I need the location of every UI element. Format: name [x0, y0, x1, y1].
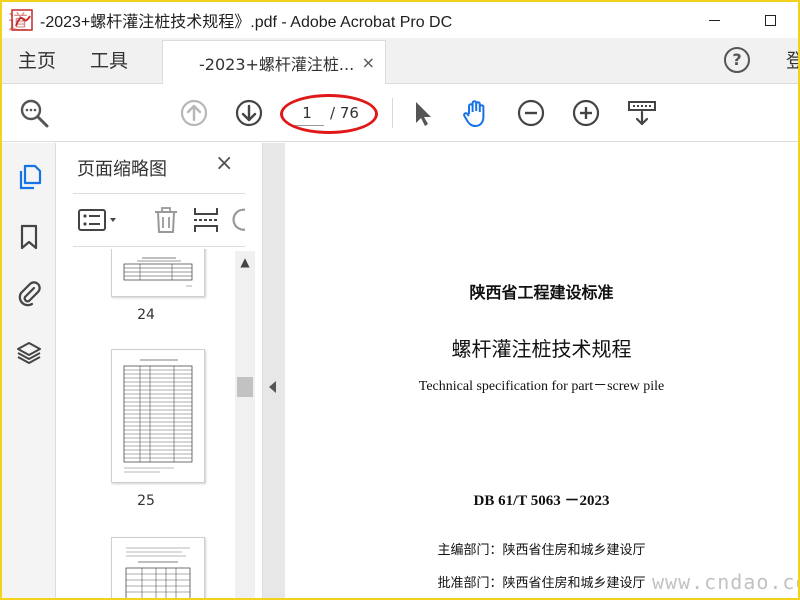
thumbnail-scrollbar[interactable]: ▲: [235, 251, 255, 598]
minimize-icon: [708, 19, 720, 21]
page-display-icon[interactable]: [626, 97, 658, 129]
watermark-url: www.cndao.com: [652, 570, 798, 594]
thumbnail-panel: 页面缩略图 × 24 25 ▲: [57, 143, 263, 598]
hand-tool-icon[interactable]: [460, 97, 492, 129]
navigation-rail: [2, 143, 56, 598]
options-menu-icon[interactable]: [77, 205, 119, 235]
zoom-out-icon[interactable]: [515, 97, 547, 129]
collapse-panel-icon[interactable]: [269, 381, 276, 393]
thumbnail-page-26[interactable]: [111, 537, 205, 598]
close-panel-button[interactable]: ×: [215, 151, 233, 176]
maximize-icon: [764, 14, 776, 26]
document-view: 陕西省工程建设标准 螺杆灌注桩技术规程 Technical specificat…: [285, 143, 798, 598]
app-window: 道 -2023+螺杆灌注桩技术规程》.pdf - Adobe Acrobat P…: [2, 2, 798, 598]
window-controls: [686, 2, 798, 38]
next-page-icon[interactable]: [233, 97, 265, 129]
window-title: -2023+螺杆灌注桩技术规程》.pdf - Adobe Acrobat Pro…: [40, 14, 453, 31]
help-icon[interactable]: ?: [724, 47, 750, 73]
layers-icon[interactable]: [15, 339, 43, 367]
editor-department: 主编部门：陕西省住房和城乡建设厅: [437, 543, 646, 558]
bookmark-icon[interactable]: [15, 223, 43, 251]
insert-page-icon[interactable]: [191, 205, 221, 235]
document-header-cn: 陕西省工程建设标准: [469, 283, 614, 302]
document-tab-label: -2023+螺杆灌注桩...: [199, 54, 355, 74]
title-bar: 道 -2023+螺杆灌注桩技术规程》.pdf - Adobe Acrobat P…: [2, 2, 798, 38]
tab-document[interactable]: -2023+螺杆灌注桩... ×: [162, 40, 386, 84]
page-thumbnails-icon[interactable]: [15, 163, 43, 191]
trash-icon[interactable]: [151, 205, 181, 235]
document-title-en: Technical specification for part－screw p…: [418, 379, 665, 394]
scroll-up-icon[interactable]: ▲: [235, 255, 255, 271]
login-button[interactable]: 登: [786, 38, 798, 84]
zoom-in-icon[interactable]: [570, 97, 602, 129]
highlight-ellipse: [280, 94, 378, 134]
tab-tools[interactable]: 工具: [90, 38, 128, 84]
close-tab-button[interactable]: ×: [362, 53, 375, 72]
thumbnail-label: 25: [137, 493, 155, 509]
thumbnail-page-25[interactable]: [111, 349, 205, 483]
thumbnail-list: 24 25: [57, 249, 235, 598]
previous-page-icon[interactable]: [178, 97, 210, 129]
panel-title: 页面缩略图: [77, 159, 167, 180]
maximize-button[interactable]: [742, 2, 798, 38]
panel-collapse-strip[interactable]: [263, 143, 285, 598]
attachment-icon[interactable]: [15, 279, 43, 307]
main-toolbar: / 76: [2, 84, 798, 142]
minimize-button[interactable]: [686, 2, 742, 38]
scrollbar-thumb[interactable]: [237, 377, 253, 397]
select-cursor-icon[interactable]: [406, 97, 438, 129]
thumbnail-label: 24: [137, 307, 155, 323]
watermark-logo: 道: [8, 10, 30, 34]
search-icon[interactable]: [18, 97, 50, 129]
document-code: DB 61/T 5063 －2023: [473, 493, 610, 509]
rotate-icon[interactable]: [229, 205, 245, 235]
tab-bar: 主页 工具 -2023+螺杆灌注桩... × ? 登: [2, 38, 798, 84]
document-title-cn: 螺杆灌注桩技术规程: [451, 337, 632, 361]
thumbnail-page-24[interactable]: [111, 249, 205, 297]
thumbnail-toolbar: [73, 193, 245, 247]
toolbar-divider: [392, 98, 393, 128]
tab-home[interactable]: 主页: [18, 38, 56, 84]
